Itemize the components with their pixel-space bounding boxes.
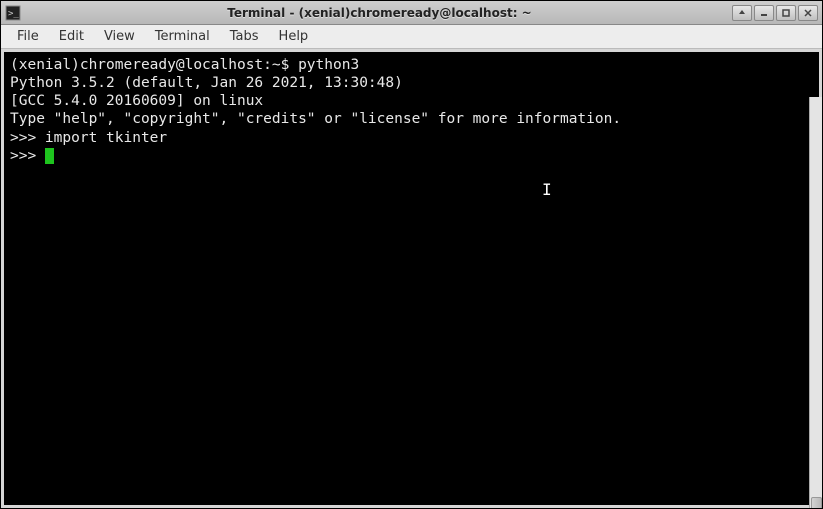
window-title: Terminal - (xenial)chromeready@localhost… (27, 6, 732, 20)
terminal-prompt-line: >>> (10, 147, 813, 165)
menubar: File Edit View Terminal Tabs Help (1, 25, 822, 49)
scrollbar[interactable] (809, 97, 822, 508)
terminal-line: >>> import tkinter (10, 129, 813, 147)
menu-file[interactable]: File (7, 26, 49, 47)
menu-help[interactable]: Help (269, 26, 319, 47)
svg-text:>_: >_ (8, 9, 19, 19)
maximize-button[interactable] (776, 5, 796, 21)
scrollbar-thumb[interactable] (811, 497, 822, 508)
terminal-viewport[interactable]: (xenial)chromeready@localhost:~$ python3… (4, 52, 819, 505)
mouse-ibeam-cursor: I (542, 180, 552, 200)
menu-tabs[interactable]: Tabs (220, 26, 269, 47)
titlebar[interactable]: >_ Terminal - (xenial)chromeready@localh… (1, 1, 822, 25)
terminal-line: (xenial)chromeready@localhost:~$ python3 (10, 56, 813, 74)
app-icon: >_ (5, 5, 21, 21)
menu-view[interactable]: View (94, 26, 145, 47)
close-button[interactable] (798, 5, 818, 21)
rollup-button[interactable] (732, 5, 752, 21)
cursor-block (45, 148, 54, 164)
terminal-line: [GCC 5.4.0 20160609] on linux (10, 92, 813, 110)
terminal-window: >_ Terminal - (xenial)chromeready@localh… (0, 0, 823, 509)
terminal-line: Python 3.5.2 (default, Jan 26 2021, 13:3… (10, 74, 813, 92)
window-controls (732, 5, 818, 21)
menu-terminal[interactable]: Terminal (145, 26, 220, 47)
menu-edit[interactable]: Edit (49, 26, 94, 47)
minimize-button[interactable] (754, 5, 774, 21)
terminal-line: Type "help", "copyright", "credits" or "… (10, 110, 813, 128)
